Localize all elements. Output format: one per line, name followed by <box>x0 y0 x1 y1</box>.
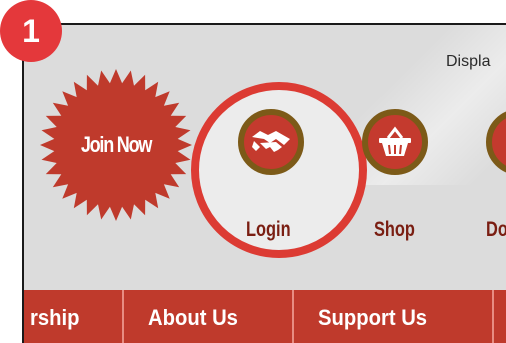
website-screenshot: Displa Join Now Login Shop Don rs <box>22 23 506 343</box>
step-number-badge: 1 <box>0 0 62 62</box>
nav-item-support-us[interactable]: Support Us <box>294 290 494 343</box>
donate-link[interactable]: Don <box>486 218 506 242</box>
shop-link[interactable]: Shop <box>374 218 415 242</box>
nav-item-membership[interactable]: rship <box>24 290 124 343</box>
login-link[interactable]: Login <box>246 218 291 242</box>
donate-icon-button[interactable] <box>486 109 506 175</box>
shop-icon-button[interactable] <box>362 109 428 175</box>
handshake-icon <box>252 131 290 152</box>
basket-icon <box>379 126 411 156</box>
login-icon-button[interactable] <box>238 109 304 175</box>
join-now-label: Join Now <box>80 132 153 157</box>
join-now-button[interactable]: Join Now <box>38 67 194 223</box>
main-navigation-bar: rship About Us Support Us <box>24 290 506 343</box>
nav-item-about-us[interactable]: About Us <box>124 290 294 343</box>
display-settings-text[interactable]: Displa <box>446 53 490 71</box>
